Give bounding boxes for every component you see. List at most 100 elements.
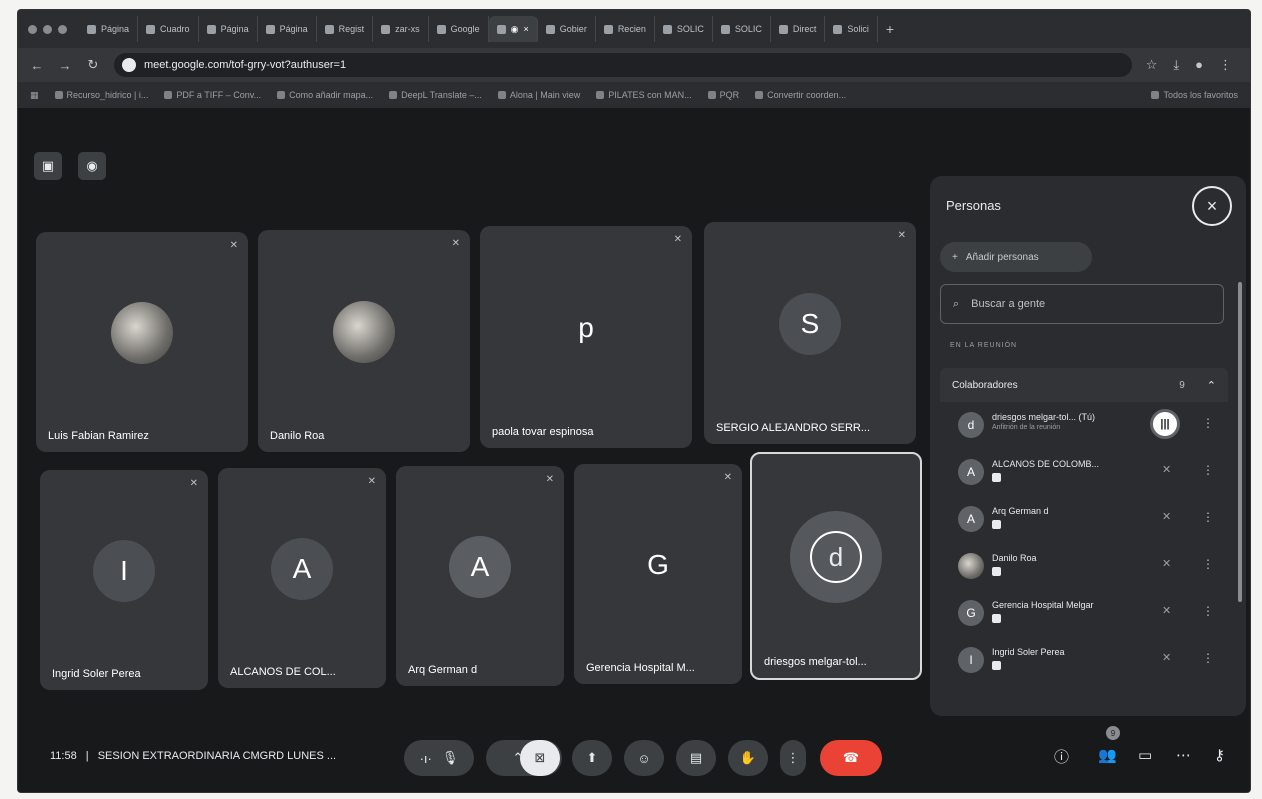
self-tile[interactable]: d driesgos melgar-tol... — [750, 452, 922, 680]
browser-tab[interactable]: Página — [258, 16, 317, 42]
mic-off-icon[interactable]: ✕ — [1162, 651, 1171, 664]
present-button[interactable]: ⬆ — [572, 740, 612, 776]
bookmark-item[interactable]: Como añadir mapa... — [277, 90, 373, 100]
close-window-dot[interactable] — [28, 24, 37, 34]
more-options-button[interactable]: ⋮ — [780, 740, 806, 776]
collaborators-group[interactable]: Colaboradores 9 ⌃ — [940, 368, 1228, 402]
list-item[interactable]: A ALCANOS DE COLOMB... ✕ ⋮ — [940, 449, 1228, 496]
people-icon[interactable]: 👥 — [1098, 746, 1117, 764]
browser-tab[interactable]: Página — [79, 16, 139, 42]
bookmark-item[interactable]: DeepL Translate –... — [389, 90, 482, 100]
close-tab-icon[interactable]: × — [524, 24, 529, 34]
reactions-button[interactable]: ☺ — [624, 740, 664, 776]
mic-off-icon[interactable]: ✕ — [1162, 604, 1171, 617]
list-item[interactable]: G Gerencia Hospital Melgar ✕ ⋮ — [940, 590, 1228, 637]
participant-tile[interactable]: ✕ A ALCANOS DE COL... — [218, 468, 386, 688]
leave-call-button[interactable]: ☎ — [820, 740, 882, 776]
all-bookmarks[interactable]: Todos los favoritos — [1151, 90, 1238, 100]
bookmark-label: Recurso_hidrico | i... — [66, 90, 149, 100]
bookmark-item[interactable]: PQR — [707, 90, 739, 100]
apps-icon[interactable]: ▦ — [30, 90, 39, 101]
participant-tile[interactable]: ✕ G Gerencia Hospital M... — [574, 464, 742, 684]
list-item[interactable]: d driesgos melgar-tol... (Tú) Anfitrión … — [940, 402, 1228, 449]
browser-tab[interactable]: Direct — [771, 16, 826, 42]
minimize-window-dot[interactable] — [43, 24, 52, 34]
forward-icon[interactable]: → — [58, 58, 72, 73]
bookmark-label: PILATES con MAN... — [608, 90, 692, 100]
more-options-icon[interactable]: ⋮ — [1202, 604, 1214, 618]
browser-tab-active[interactable]: ◉ × — [488, 16, 538, 42]
more-options-icon[interactable]: ⋮ — [1202, 416, 1214, 430]
reload-icon[interactable]: ↻ — [86, 57, 100, 73]
host-controls-icon[interactable]: ⚷ — [1214, 746, 1225, 764]
participant-tile[interactable]: ✕ S SERGIO ALEJANDRO SERR... — [704, 222, 916, 444]
pip-button[interactable]: ▣ — [34, 152, 62, 180]
participant-tile[interactable]: ✕ Danilo Roa — [258, 230, 470, 452]
url-field[interactable]: meet.google.com/tof-grry-vot?authuser=1 — [114, 53, 1132, 77]
browser-tab[interactable]: Regist — [317, 16, 374, 42]
browser-tab[interactable]: Solici — [825, 16, 878, 42]
add-people-button[interactable]: + Añadir personas — [940, 242, 1092, 272]
record-icon: ◉ — [86, 158, 98, 173]
browser-tab[interactable]: Gobier — [538, 16, 596, 42]
camera-off-button[interactable]: ⊠ — [520, 740, 560, 776]
bookmark-item[interactable]: Alona | Main view — [497, 90, 581, 100]
bookmark-label: Alona | Main view — [509, 90, 581, 100]
person-name: Danilo Roa — [992, 553, 1037, 563]
speaking-indicator-icon: ||| — [1150, 409, 1180, 439]
recording-button[interactable]: ◉ — [78, 152, 106, 180]
browser-tab[interactable]: Página — [199, 16, 258, 42]
bookmark-item[interactable]: Convertir coorden... — [755, 90, 846, 100]
new-tab-button[interactable]: + — [886, 21, 894, 37]
mic-off-icon[interactable]: ✕ — [1162, 463, 1171, 476]
participant-tile[interactable]: ✕ A Arq German d — [396, 466, 564, 686]
search-people-input[interactable]: ⌕ Buscar a gente — [940, 284, 1224, 324]
bookmark-item[interactable]: Recurso_hidrico | i... — [54, 90, 149, 100]
mic-off-icon: ✕ — [723, 472, 732, 483]
mic-off-icon: ✕ — [189, 478, 198, 489]
group-count: 9 — [1179, 379, 1185, 391]
browser-tab[interactable]: Google — [429, 16, 489, 42]
more-options-icon[interactable]: ⋮ — [1202, 510, 1214, 524]
bookmark-favicon-icon — [596, 91, 605, 99]
bookmark-item[interactable]: PILATES con MAN... — [596, 90, 692, 100]
list-item[interactable]: Danilo Roa ✕ ⋮ — [940, 543, 1228, 590]
microphone-button[interactable]: ·ı· 🎙 — [404, 740, 474, 776]
panel-scrollbar[interactable] — [1238, 282, 1242, 602]
more-options-icon[interactable]: ⋮ — [1202, 651, 1214, 665]
browser-tab[interactable]: SOLIC — [713, 16, 771, 42]
avatar — [958, 553, 984, 579]
info-icon[interactable]: ⓘ — [1054, 746, 1069, 767]
list-item[interactable]: A Arq German d ✕ ⋮ — [940, 496, 1228, 543]
browser-tab[interactable]: Cuadro — [138, 16, 199, 42]
site-info-icon[interactable] — [122, 58, 136, 72]
bookmark-item[interactable]: PDF a TIFF – Conv... — [164, 90, 261, 100]
mic-off-icon[interactable]: ✕ — [1162, 557, 1171, 570]
participant-tile[interactable]: ✕ Luis Fabian Ramirez — [36, 232, 248, 452]
maximize-window-dot[interactable] — [58, 24, 67, 34]
activities-icon[interactable]: ⋯ — [1176, 746, 1191, 764]
profile-icon[interactable]: ● — [1195, 57, 1203, 73]
bookmark-label: PDF a TIFF – Conv... — [176, 90, 262, 100]
window-controls[interactable] — [28, 24, 67, 34]
browser-tab[interactable]: SOLIC — [655, 16, 713, 42]
close-panel-button[interactable]: × — [1192, 186, 1232, 226]
list-item[interactable]: I Ingrid Soler Perea ✕ ⋮ — [940, 637, 1228, 684]
mic-off-icon[interactable]: ✕ — [1162, 510, 1171, 523]
more-options-icon[interactable]: ⋮ — [1202, 463, 1214, 477]
chat-icon[interactable]: ▭ — [1138, 746, 1152, 764]
download-icon[interactable]: ⤓ — [1173, 57, 1179, 73]
more-options-icon[interactable]: ⋮ — [1202, 557, 1214, 571]
back-icon[interactable]: ← — [30, 58, 44, 73]
participant-name: Ingrid Soler Perea — [52, 668, 141, 680]
raise-hand-button[interactable]: ✋ — [728, 740, 768, 776]
tab-label: Página — [279, 24, 308, 34]
browser-tab[interactable]: zar-xs — [373, 16, 429, 42]
participant-tile[interactable]: ✕ I Ingrid Soler Perea — [40, 470, 208, 690]
browser-menu-icon[interactable]: ⋮ — [1219, 57, 1232, 73]
browser-tab[interactable]: Recien — [596, 16, 655, 42]
participant-tile[interactable]: ✕ p paola tovar espinosa — [480, 226, 692, 448]
chevron-up-icon[interactable]: ⌃ — [1207, 379, 1216, 392]
captions-button[interactable]: ▤ — [676, 740, 716, 776]
bookmark-star-icon[interactable]: ☆ — [1146, 57, 1158, 73]
